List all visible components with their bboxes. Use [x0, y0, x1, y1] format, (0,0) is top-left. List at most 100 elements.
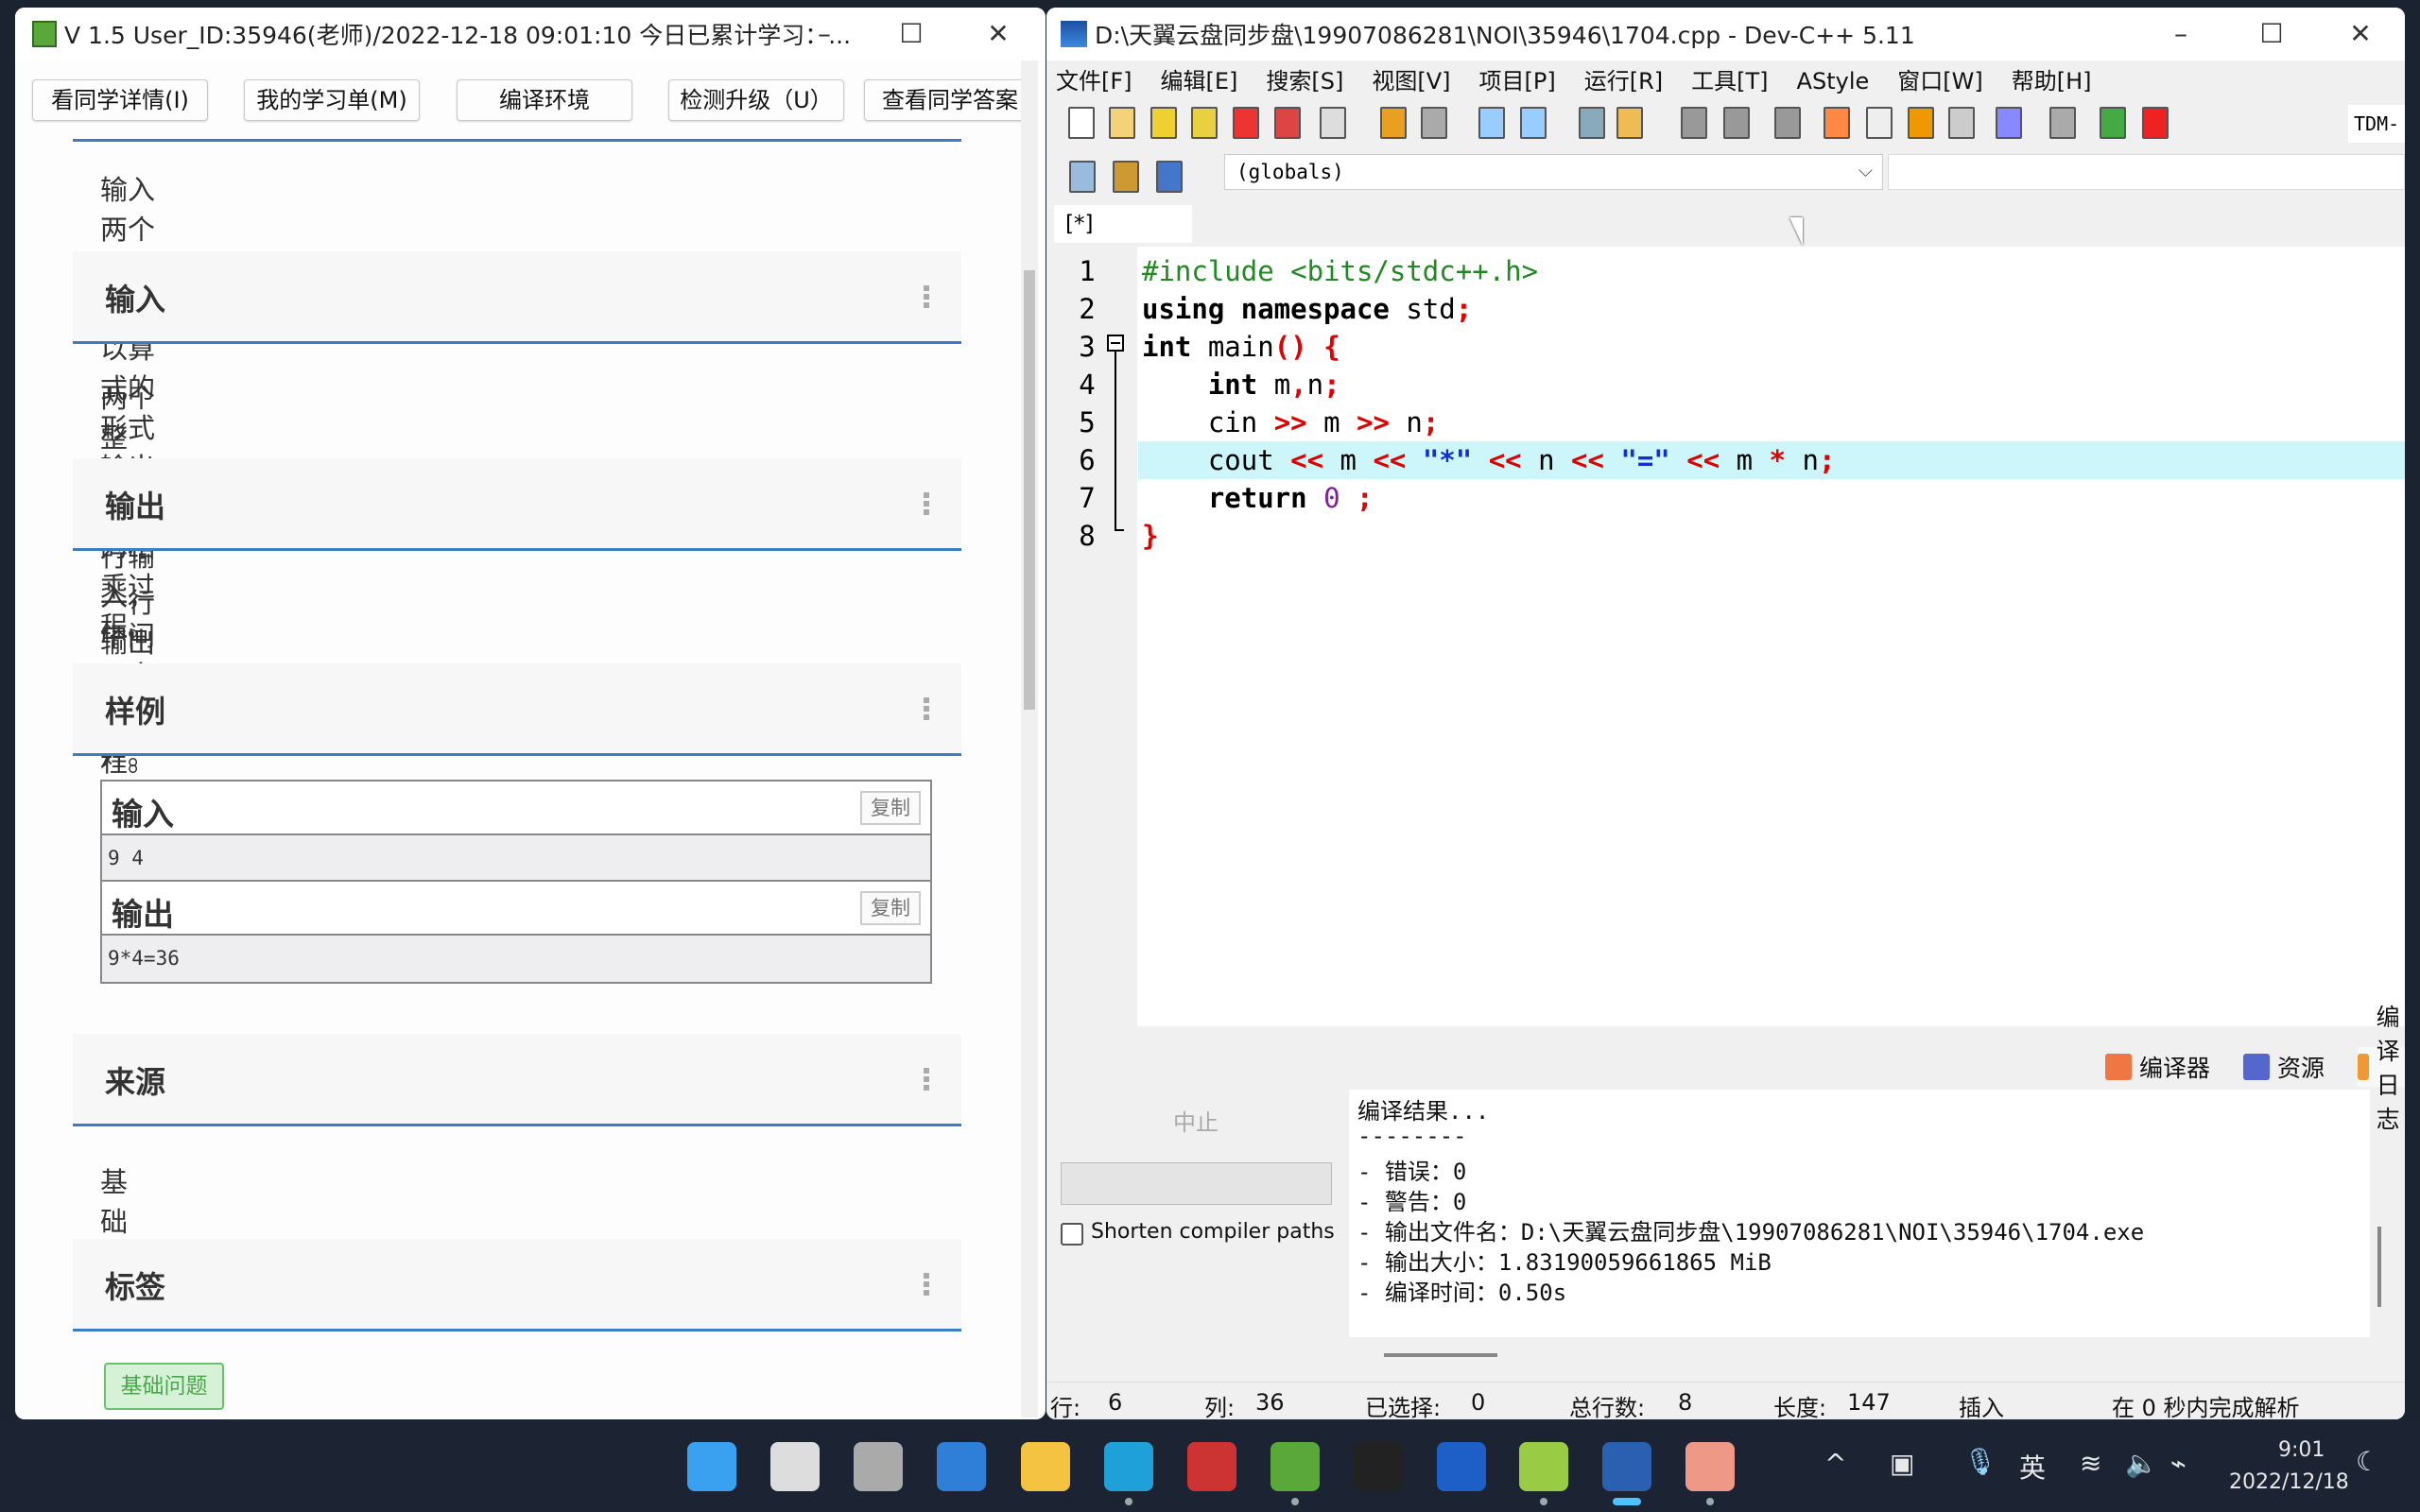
section-output-header[interactable]: 输出 [73, 458, 961, 551]
oj-client-icon[interactable] [1270, 1442, 1320, 1491]
notifications-icon[interactable]: ☾ [2356, 1446, 2379, 1477]
file-tab[interactable]: [*] 1704.cpp [1054, 205, 1192, 274]
file-explorer-icon[interactable] [1021, 1442, 1070, 1491]
menu-item[interactable]: 视图[V] [1372, 68, 1450, 94]
shorten-paths-checkbox[interactable] [1061, 1223, 1083, 1246]
more-icon[interactable] [924, 1273, 929, 1296]
menu-item[interactable]: AStyle [1797, 68, 1870, 94]
devcpp-icon[interactable] [1602, 1442, 1651, 1491]
section-sample-header[interactable]: 样例 [73, 663, 961, 756]
indent-icon[interactable] [1579, 107, 1605, 139]
save-all-icon[interactable] [1191, 107, 1218, 139]
menu-item[interactable]: 文件[F] [1056, 68, 1132, 94]
section-tags-header[interactable]: 标签 [73, 1239, 961, 1332]
task-view-icon[interactable] [854, 1442, 903, 1491]
window-icon[interactable] [1866, 107, 1893, 139]
menu-item[interactable]: 搜索[S] [1266, 68, 1343, 94]
tray-overflow-icon[interactable]: ^ [1824, 1448, 1846, 1479]
close-all-icon[interactable] [1274, 107, 1301, 139]
clock-time[interactable]: 9:01 [2278, 1438, 2325, 1462]
ime-indicator[interactable]: 英 [2019, 1448, 2046, 1486]
scope-select[interactable]: (globals) ⌵ [1224, 154, 1883, 190]
replace-icon[interactable] [1520, 107, 1547, 139]
goto-icon[interactable] [1616, 107, 1643, 139]
find-icon[interactable] [1478, 107, 1505, 139]
code-line[interactable]: return 0 ; [1142, 479, 1374, 517]
my-study-list-button[interactable]: 我的学习单(M) [244, 79, 420, 121]
back-icon[interactable] [1681, 107, 1707, 139]
widgets-icon[interactable] [937, 1442, 986, 1491]
code-line[interactable]: int main() { [1142, 328, 1340, 366]
compile-stop-icon[interactable] [2142, 107, 2169, 139]
bookmark-icon[interactable] [1774, 107, 1801, 139]
bottom-tab[interactable]: 资源 [2243, 1047, 2325, 1087]
log-vscrollbar-thumb[interactable] [2377, 1227, 2381, 1307]
copy-input-button[interactable]: 复制 [860, 791, 921, 825]
code-line[interactable]: using namespace std; [1142, 290, 1472, 328]
code-line[interactable]: int m,n; [1142, 366, 1340, 404]
scrollbar-thumb[interactable] [1024, 270, 1035, 710]
start-icon[interactable] [687, 1442, 736, 1491]
check-syntax-icon[interactable] [1996, 107, 2022, 139]
forward-icon[interactable] [1723, 107, 1750, 139]
remove-file-icon[interactable] [1156, 161, 1183, 193]
microphone-icon[interactable]: 🎙 [1963, 1446, 1997, 1477]
abort-button[interactable]: 中止 [1173, 1104, 1220, 1137]
function-select[interactable] [1888, 154, 2405, 190]
classmate-detail-button[interactable]: 看同学详情(I) [32, 79, 208, 121]
chart-icon[interactable] [2100, 107, 2126, 139]
menu-item[interactable]: 工具[T] [1691, 68, 1768, 94]
battery-icon[interactable]: ⌁ [2170, 1448, 2187, 1479]
redo-icon[interactable] [1421, 107, 1447, 139]
whiteboard-icon[interactable] [1437, 1442, 1486, 1491]
menu-item[interactable]: 编辑[E] [1161, 68, 1238, 94]
section-source-header[interactable]: 来源 [73, 1034, 961, 1126]
maximize-button[interactable]: ☐ [2234, 15, 2309, 53]
minimize-button[interactable]: – [786, 15, 862, 53]
code-line[interactable]: cin >> m >> n; [1142, 404, 1439, 441]
section-input-header[interactable]: 输入 [73, 251, 961, 344]
more-icon[interactable] [924, 697, 929, 720]
more-icon[interactable] [924, 285, 929, 308]
compile-env-button[interactable]: 编译环境 [457, 79, 632, 121]
close-file-icon[interactable] [1233, 107, 1259, 139]
bottom-tab[interactable]: 编译日志 [2358, 1004, 2405, 1133]
code-line[interactable]: } [1142, 517, 1158, 555]
delete-icon[interactable] [2049, 107, 2076, 139]
class-browser-icon[interactable] [1069, 161, 1096, 193]
qq-icon[interactable] [1354, 1442, 1403, 1491]
menu-item[interactable]: 窗口[W] [1897, 68, 1982, 94]
close-button[interactable]: ✕ [960, 15, 1036, 53]
bottom-tab[interactable]: 编译器 [2105, 1047, 2210, 1087]
menu-item[interactable]: 项目[P] [1479, 68, 1556, 94]
wifi-icon[interactable]: ≋ [2080, 1448, 2101, 1479]
fold-marker[interactable] [1107, 335, 1124, 352]
touch-keyboard-icon[interactable]: ▣ [1890, 1448, 1914, 1479]
code-line[interactable]: #include <bits/stdc++.h> [1142, 252, 1538, 290]
save-icon[interactable] [1150, 107, 1177, 139]
code-line[interactable]: cout << m << "*" << n << "=" << m * n; [1142, 441, 1836, 479]
log-hscrollbar-thumb[interactable] [1384, 1353, 1497, 1357]
menu-item[interactable]: 运行[R] [1584, 68, 1663, 94]
undo-icon[interactable] [1380, 107, 1407, 139]
volume-icon[interactable]: 🔈 [2125, 1448, 2158, 1479]
toggle-icon[interactable] [1908, 107, 1934, 139]
minimize-button[interactable]: – [2143, 15, 2219, 53]
clock-date[interactable]: 2022/12/18 [2229, 1470, 2349, 1494]
copy-output-button[interactable]: 复制 [860, 891, 921, 925]
add-file-icon[interactable] [1113, 161, 1139, 193]
edge-icon[interactable] [1104, 1442, 1153, 1491]
view-answers-button[interactable]: 查看同学答案 [864, 79, 1036, 121]
more-icon[interactable] [924, 492, 929, 515]
search-icon[interactable] [770, 1442, 820, 1491]
print-icon[interactable] [1320, 107, 1346, 139]
menu-item[interactable]: 帮助[H] [2012, 68, 2092, 94]
codeblocks-icon[interactable] [1519, 1442, 1568, 1491]
tag-badge[interactable]: 基础问题 [104, 1363, 224, 1410]
check-update-button[interactable]: 检测升级（U） [668, 79, 844, 121]
grid-icon[interactable] [1948, 107, 1975, 139]
presentation-icon[interactable] [1685, 1442, 1735, 1491]
layout-icon[interactable] [1824, 107, 1850, 139]
close-button[interactable]: ✕ [2323, 15, 2398, 53]
scrollbar[interactable] [1021, 60, 1038, 1418]
